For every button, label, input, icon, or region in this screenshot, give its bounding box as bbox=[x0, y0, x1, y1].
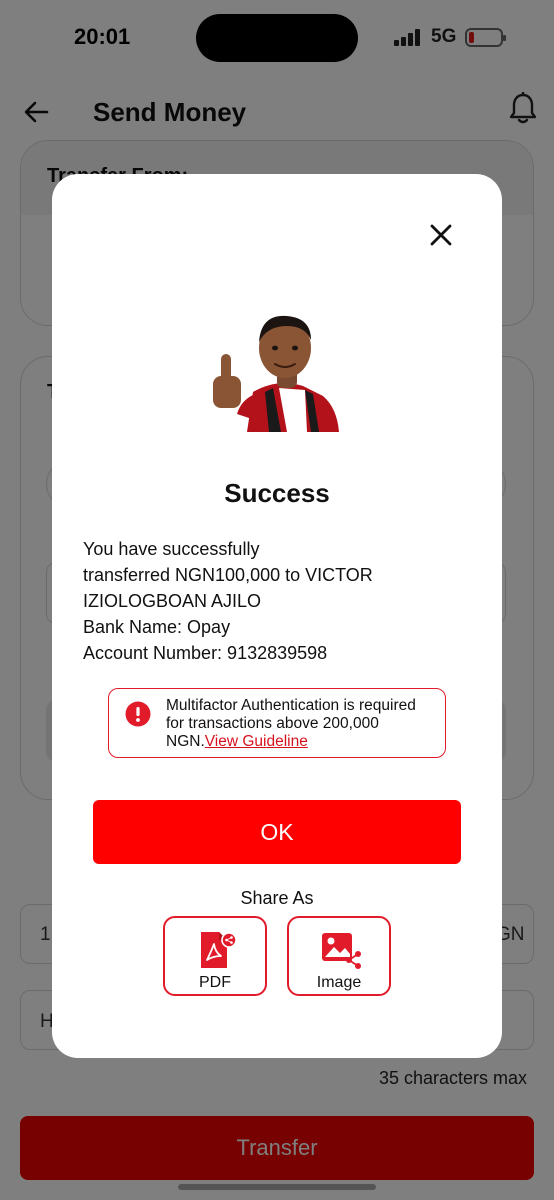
mfa-notice: Multifactor Authentication is required f… bbox=[108, 688, 446, 758]
share-image-button[interactable]: Image bbox=[287, 916, 391, 996]
info-alert-icon bbox=[125, 701, 151, 727]
pdf-share-icon bbox=[201, 932, 237, 968]
success-title: Success bbox=[224, 478, 330, 508]
share-pdf-button[interactable]: PDF bbox=[163, 916, 267, 996]
thumbs-up-avatar bbox=[213, 315, 339, 432]
message-line: You have successfully bbox=[83, 539, 260, 559]
share-as-label: Share As bbox=[240, 888, 314, 908]
message-line: transferred NGN100,000 to VICTOR bbox=[83, 565, 373, 585]
send-money-screen: 20:01 5G Send Money Transfer From: T 1 G… bbox=[0, 0, 554, 1200]
success-modal: Success You have successfully transferre… bbox=[52, 174, 502, 1058]
mfa-notice-text: Multifactor Authentication is required f… bbox=[166, 697, 436, 751]
view-guideline-link[interactable]: View Guideline bbox=[205, 733, 308, 750]
close-icon[interactable] bbox=[426, 220, 456, 250]
message-line: IZIOLOGBOAN AJILO bbox=[83, 591, 262, 611]
message-line: Bank Name: Opay bbox=[83, 617, 231, 637]
share-pdf-label: PDF bbox=[199, 974, 231, 991]
ok-button[interactable]: OK bbox=[93, 800, 461, 864]
share-image-label: Image bbox=[316, 974, 362, 991]
home-indicator bbox=[178, 1184, 376, 1190]
success-message: You have successfully transferred NGN100… bbox=[83, 536, 475, 666]
message-line: Account Number: 9132839598 bbox=[83, 643, 328, 663]
image-share-icon bbox=[322, 933, 361, 969]
